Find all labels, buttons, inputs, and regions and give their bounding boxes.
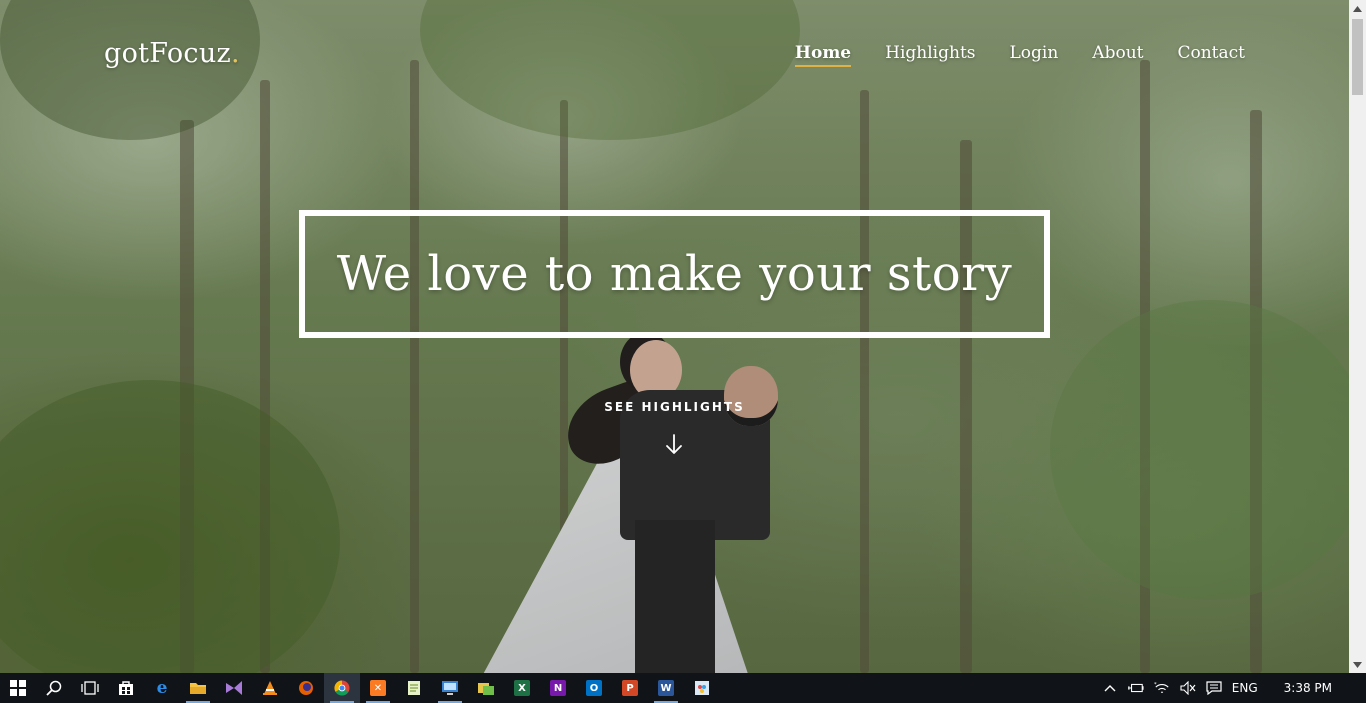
start-button[interactable] (0, 673, 36, 703)
notepad-icon (408, 681, 420, 695)
taskbar-search-button[interactable] (36, 673, 72, 703)
taskbar-app-powerpoint[interactable]: P (612, 673, 648, 703)
search-icon (46, 680, 62, 696)
onenote-icon: N (550, 680, 566, 696)
hero-title-box: We love to make your story (299, 210, 1050, 338)
see-highlights-link[interactable]: SEE HIGHLIGHTS (0, 400, 1349, 414)
taskbar-app-visual-studio[interactable] (216, 673, 252, 703)
vertical-scrollbar[interactable] (1349, 0, 1366, 673)
taskbar-app-excel[interactable]: X (504, 673, 540, 703)
chevron-down-icon (1353, 661, 1362, 668)
photos-icon (478, 683, 494, 695)
powerpoint-icon: P (622, 680, 638, 696)
taskbar-app-notepad[interactable] (396, 673, 432, 703)
taskbar-app-word[interactable]: W (648, 673, 684, 703)
taskbar-app-firefox[interactable] (288, 673, 324, 703)
firefox-icon (299, 681, 313, 695)
hero-title: We love to make your story (336, 246, 1013, 302)
vlc-icon (263, 681, 277, 695)
scroll-down-button[interactable] (1349, 656, 1366, 673)
start-icon (10, 680, 26, 696)
taskbar-app-remote-desktop[interactable] (432, 673, 468, 703)
action-center-icon (1206, 681, 1222, 695)
nav-item-about[interactable]: About (1092, 43, 1143, 67)
nav-item-login[interactable]: Login (1010, 43, 1059, 67)
paint-icon (695, 681, 709, 695)
power-status-button[interactable] (1127, 680, 1144, 696)
taskbar-app-store[interactable] (108, 673, 144, 703)
volume-muted-icon (1180, 681, 1196, 695)
taskbar-app-outlook[interactable]: O (576, 673, 612, 703)
taskbar-app-file-explorer[interactable] (180, 673, 216, 703)
network-button[interactable]: * (1154, 680, 1170, 696)
chevron-up-icon (1104, 685, 1116, 692)
site-logo-text: gotFocuz (104, 38, 232, 69)
taskbar-app-xampp[interactable]: ✕ (360, 673, 396, 703)
taskbar-app-paint[interactable] (684, 673, 720, 703)
notifications-button[interactable] (1206, 680, 1222, 696)
outlook-icon: O (586, 680, 602, 696)
taskbar-clock[interactable]: 3:38 PM (1284, 681, 1332, 695)
chevron-up-icon (1353, 5, 1362, 12)
taskbar-app-onenote[interactable]: N (540, 673, 576, 703)
taskbar-app-photos[interactable] (468, 673, 504, 703)
taskbar-app-edge[interactable]: e (144, 673, 180, 703)
edge-icon: e (156, 678, 168, 698)
site-logo-dot: . (231, 38, 240, 69)
remote-desktop-icon (442, 681, 458, 695)
chrome-icon (334, 680, 350, 696)
windows-taskbar: e ✕ X N O P W * ENG 3:38 PM (0, 673, 1366, 703)
taskbar-app-vlc[interactable] (252, 673, 288, 703)
volume-button[interactable] (1180, 680, 1196, 696)
page-viewport: gotFocuz. Home Highlights Login About Co… (0, 0, 1349, 673)
visual-studio-icon (226, 681, 242, 695)
taskbar-app-chrome[interactable] (324, 673, 360, 703)
scroll-up-button[interactable] (1349, 0, 1366, 17)
wifi-icon: * (1154, 682, 1169, 693)
svg-text:*: * (1154, 682, 1157, 688)
word-icon: W (658, 680, 674, 696)
language-indicator[interactable]: ENG (1232, 681, 1258, 695)
scroll-thumb[interactable] (1352, 19, 1363, 95)
store-icon (119, 681, 133, 695)
task-view-icon (81, 681, 99, 695)
arrow-down-icon[interactable] (664, 434, 684, 456)
main-nav: Home Highlights Login About Contact (794, 43, 1245, 67)
battery-plug-icon (1127, 683, 1144, 693)
show-hidden-icons-button[interactable] (1102, 680, 1118, 696)
site-logo[interactable]: gotFocuz. (104, 38, 240, 69)
nav-item-contact[interactable]: Contact (1177, 43, 1245, 67)
xampp-icon: ✕ (370, 680, 386, 696)
nav-item-home[interactable]: Home (794, 43, 852, 67)
file-explorer-icon (190, 683, 206, 694)
system-tray: * ENG 3:38 PM (1102, 673, 1366, 703)
nav-item-highlights[interactable]: Highlights (885, 43, 975, 67)
task-view-button[interactable] (72, 673, 108, 703)
excel-icon: X (514, 680, 530, 696)
